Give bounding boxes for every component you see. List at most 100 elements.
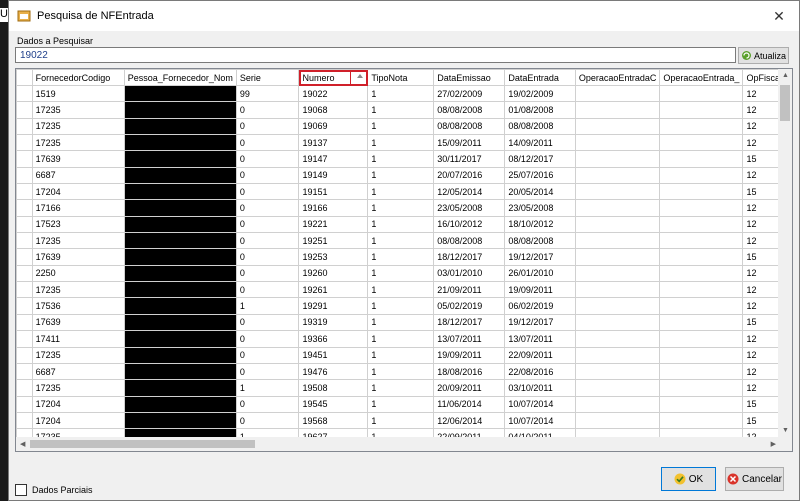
table-cell[interactable]: 1 <box>367 84 435 103</box>
column-header-fornecedorcodigo[interactable]: FornecedorCodigo <box>31 69 125 86</box>
table-cell[interactable] <box>659 215 744 234</box>
horizontal-scroll-thumb[interactable] <box>30 440 255 448</box>
table-cell[interactable]: 1 <box>367 101 435 119</box>
table-cell[interactable]: 20/07/2016 <box>433 166 506 185</box>
row-header[interactable] <box>16 313 33 332</box>
table-cell[interactable]: 08/12/2017 <box>504 150 576 168</box>
column-header-serie[interactable]: Serie <box>235 69 300 86</box>
table-cell[interactable]: 17235 <box>31 117 125 136</box>
table-cell[interactable]: 20/05/2014 <box>504 183 576 201</box>
table-cell[interactable]: 19068 <box>298 101 369 119</box>
search-input[interactable] <box>15 47 736 63</box>
table-cell[interactable]: 1 <box>367 297 435 315</box>
table-cell[interactable] <box>123 166 237 185</box>
table-cell[interactable]: 1 <box>367 117 435 136</box>
table-row[interactable]: 17639 0 19319 1 18/12/2017 19/12/2017 15 <box>16 313 792 332</box>
table-cell[interactable]: 19149 <box>298 166 369 185</box>
table-cell[interactable]: 03/10/2011 <box>504 379 576 397</box>
table-cell[interactable] <box>574 411 661 430</box>
table-cell[interactable]: 6687 <box>31 166 125 185</box>
row-header[interactable] <box>16 248 33 266</box>
table-cell[interactable]: 1 <box>367 166 435 185</box>
table-cell[interactable] <box>123 346 237 364</box>
table-cell[interactable]: 0 <box>235 134 300 152</box>
row-header[interactable] <box>16 330 33 348</box>
table-cell[interactable]: 22/08/2016 <box>504 362 576 381</box>
table-cell[interactable]: 12/06/2014 <box>433 411 506 430</box>
row-header[interactable] <box>16 297 33 315</box>
row-header[interactable] <box>16 395 33 413</box>
table-row[interactable]: 17235 0 19068 1 08/08/2008 01/08/2008 12 <box>16 101 792 119</box>
table-cell[interactable] <box>659 248 744 266</box>
table-cell[interactable]: 0 <box>235 313 300 332</box>
column-header-dataemissao[interactable]: DataEmissao <box>433 69 506 86</box>
table-cell[interactable]: 17639 <box>31 150 125 168</box>
table-cell[interactable]: 19366 <box>298 330 369 348</box>
table-cell[interactable] <box>659 379 744 397</box>
table-cell[interactable]: 0 <box>235 395 300 413</box>
table-cell[interactable]: 1 <box>367 330 435 348</box>
table-cell[interactable]: 1 <box>367 134 435 152</box>
table-cell[interactable] <box>123 264 237 283</box>
table-cell[interactable]: 99 <box>235 84 300 103</box>
table-cell[interactable] <box>123 379 237 397</box>
table-cell[interactable]: 19253 <box>298 248 369 266</box>
table-row[interactable]: 17639 0 19253 1 18/12/2017 19/12/2017 15 <box>16 248 792 266</box>
column-header-operacaoentradac[interactable]: OperacaoEntradaC <box>574 69 661 86</box>
table-cell[interactable]: 1 <box>235 297 300 315</box>
table-cell[interactable]: 17204 <box>31 395 125 413</box>
table-cell[interactable] <box>659 117 744 136</box>
table-cell[interactable] <box>659 134 744 152</box>
table-cell[interactable] <box>123 232 237 250</box>
table-cell[interactable] <box>574 84 661 103</box>
table-cell[interactable]: 26/01/2010 <box>504 264 576 283</box>
table-cell[interactable]: 1 <box>367 346 435 364</box>
table-cell[interactable] <box>574 215 661 234</box>
table-cell[interactable]: 19221 <box>298 215 369 234</box>
table-cell[interactable]: 0 <box>235 117 300 136</box>
table-cell[interactable]: 19/09/2011 <box>504 281 576 299</box>
table-cell[interactable]: 18/10/2012 <box>504 215 576 234</box>
table-cell[interactable]: 17536 <box>31 297 125 315</box>
table-cell[interactable] <box>574 395 661 413</box>
table-row[interactable]: 1519 99 19022 1 27/02/2009 19/02/2009 12 <box>16 84 792 103</box>
table-cell[interactable]: 0 <box>235 248 300 266</box>
row-header[interactable] <box>16 281 33 299</box>
table-cell[interactable]: 1 <box>367 411 435 430</box>
table-cell[interactable]: 1 <box>367 150 435 168</box>
column-header-pessoa-fornecedor-nom[interactable]: Pessoa_Fornecedor_Nom <box>123 69 237 86</box>
row-header[interactable] <box>16 411 33 430</box>
table-row[interactable]: 2250 0 19260 1 03/01/2010 26/01/2010 12 <box>16 264 792 283</box>
table-cell[interactable]: 1 <box>367 215 435 234</box>
horizontal-scrollbar[interactable]: ◀ ▶ <box>16 437 780 451</box>
ok-button[interactable]: OK <box>661 467 716 491</box>
table-row[interactable]: 17166 0 19166 1 23/05/2008 23/05/2008 12 <box>16 199 792 217</box>
table-cell[interactable] <box>659 362 744 381</box>
table-cell[interactable] <box>123 313 237 332</box>
table-cell[interactable]: 19291 <box>298 297 369 315</box>
table-cell[interactable] <box>123 199 237 217</box>
table-row[interactable]: 17235 1 19508 1 20/09/2011 03/10/2011 12 <box>16 379 792 397</box>
table-cell[interactable]: 20/09/2011 <box>433 379 506 397</box>
table-cell[interactable]: 1 <box>367 264 435 283</box>
vertical-scroll-thumb[interactable] <box>780 85 790 121</box>
scroll-left-icon[interactable]: ◀ <box>20 440 25 448</box>
column-header-operacaoentrada-[interactable]: OperacaoEntrada_ <box>659 69 744 86</box>
table-cell[interactable]: 15/09/2011 <box>433 134 506 152</box>
table-cell[interactable] <box>574 101 661 119</box>
table-cell[interactable]: 19147 <box>298 150 369 168</box>
table-cell[interactable]: 0 <box>235 199 300 217</box>
table-cell[interactable]: 16/10/2012 <box>433 215 506 234</box>
table-cell[interactable] <box>574 117 661 136</box>
table-cell[interactable] <box>659 313 744 332</box>
table-cell[interactable] <box>574 346 661 364</box>
table-cell[interactable] <box>123 183 237 201</box>
row-header[interactable] <box>16 101 33 119</box>
table-cell[interactable] <box>123 395 237 413</box>
table-cell[interactable]: 1519 <box>31 84 125 103</box>
table-cell[interactable]: 19508 <box>298 379 369 397</box>
partial-data-option[interactable]: Dados Parciais <box>15 484 93 496</box>
table-cell[interactable]: 05/02/2019 <box>433 297 506 315</box>
column-header-tiponota[interactable]: TipoNota <box>367 69 435 86</box>
partial-data-checkbox[interactable] <box>15 484 27 496</box>
